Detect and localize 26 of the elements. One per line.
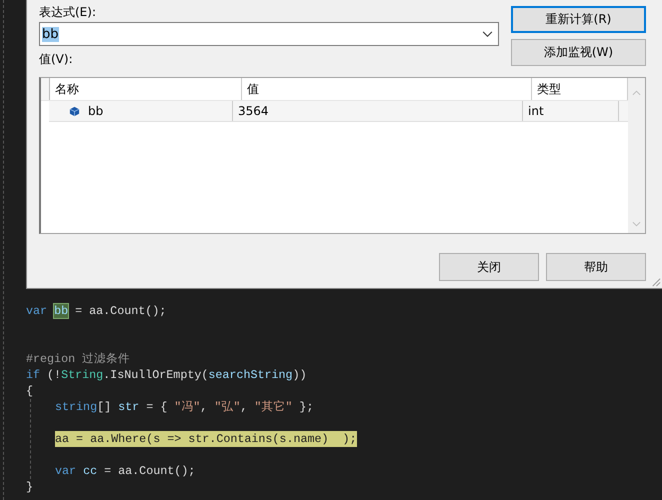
button[interactable]: 重新计算(R)	[511, 6, 646, 33]
code-line: string[] str = { "冯", "弘", "其它" };	[55, 399, 314, 415]
scroll-down-icon[interactable]	[632, 221, 641, 227]
resize-grip-icon[interactable]	[650, 276, 661, 287]
field-value: bb	[42, 26, 59, 42]
variable-icon	[69, 106, 80, 116]
column-header[interactable]: 值	[242, 78, 532, 100]
code-line: }	[26, 479, 34, 495]
field-label: 值(V):	[39, 51, 74, 68]
chevron-down-icon[interactable]	[482, 30, 493, 38]
code-line: if (!String.IsNullOrEmpty(searchString))	[26, 367, 307, 383]
column-header[interactable]: 名称	[50, 78, 242, 100]
button[interactable]: 添加监视(W)	[511, 39, 646, 66]
table-cell: 3564	[233, 101, 523, 121]
button[interactable]: 关闭	[439, 253, 539, 281]
table-cell: int	[523, 101, 619, 121]
code-line: var cc = aa.Count();	[55, 463, 196, 479]
table-cell-text: bb	[88, 103, 104, 120]
scroll-up-icon[interactable]	[632, 90, 641, 96]
code-line: var bb = aa.Count();	[26, 303, 166, 319]
scrollbar[interactable]	[628, 78, 645, 233]
code-line: {	[26, 383, 34, 399]
code-line: #region 过滤条件	[26, 351, 130, 367]
field-label: 表达式(E):	[39, 4, 97, 21]
button[interactable]: 帮助	[546, 253, 646, 281]
expression-combo[interactable]: bb	[39, 22, 499, 46]
